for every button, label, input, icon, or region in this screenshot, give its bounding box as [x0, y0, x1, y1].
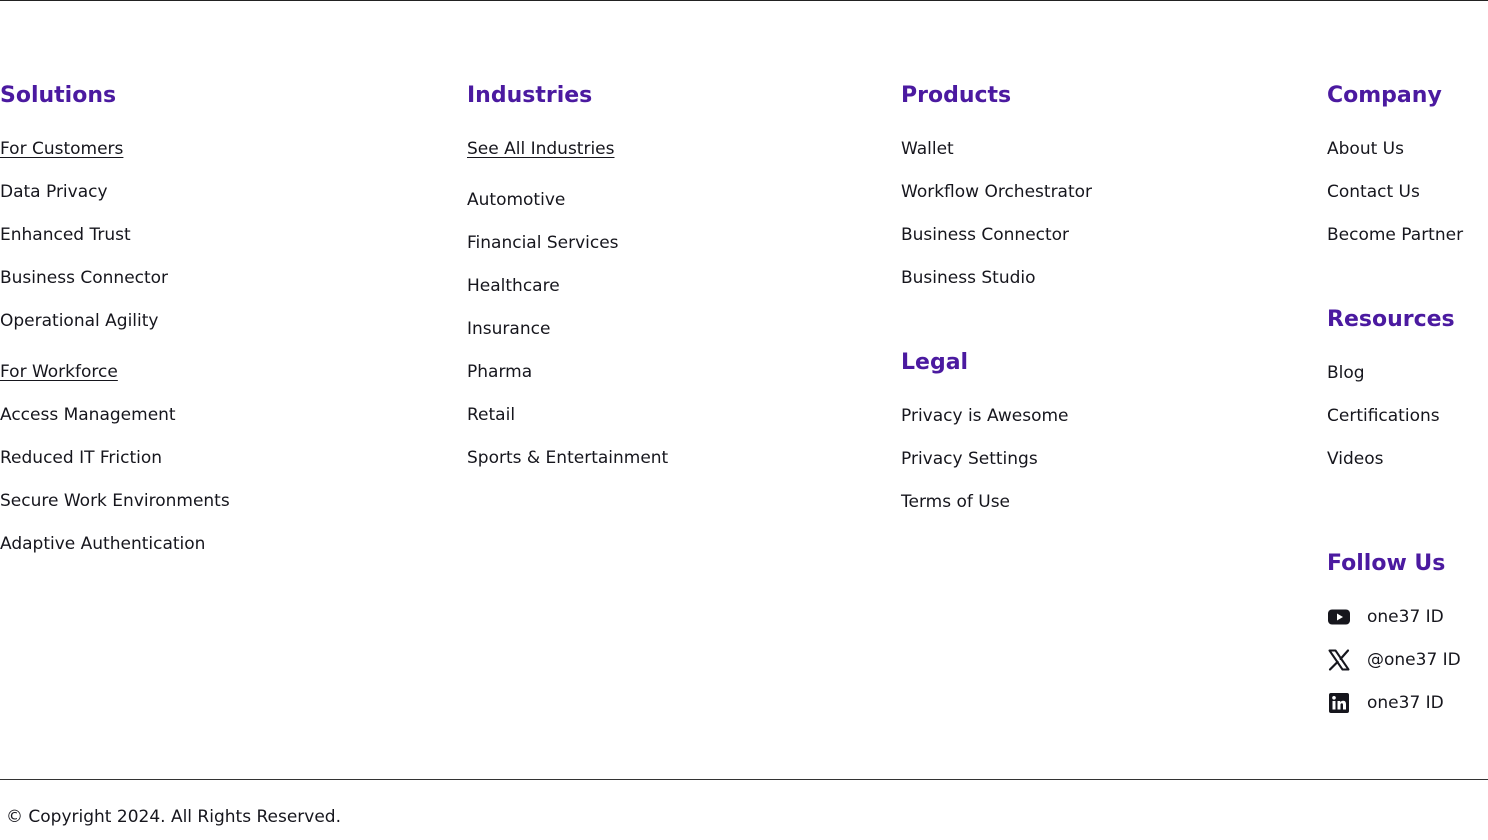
list-item: Reduced IT Friction	[0, 446, 230, 489]
industries-column: Industries See All Industries Automotive…	[467, 80, 668, 489]
list-item: Privacy is Awesome	[901, 404, 1092, 447]
list-item: Pharma	[467, 360, 668, 403]
automotive-link[interactable]: Automotive	[467, 190, 565, 210]
youtube-link[interactable]: one37 ID	[1367, 605, 1444, 629]
list-item: Wallet	[901, 137, 1092, 180]
industries-heading: Industries	[467, 83, 593, 108]
business-studio-link[interactable]: Business Studio	[901, 268, 1036, 288]
resources-heading: Resources	[1327, 307, 1455, 332]
list-item: @one37 ID	[1327, 648, 1463, 691]
list-item: Business Studio	[901, 266, 1092, 309]
list-item: Blog	[1327, 361, 1463, 404]
enhanced-trust-link[interactable]: Enhanced Trust	[0, 225, 131, 245]
list-item: Healthcare	[467, 274, 668, 317]
wallet-link[interactable]: Wallet	[901, 139, 954, 159]
list-item: Automotive	[467, 188, 668, 231]
list-item: one37 ID	[1327, 605, 1463, 648]
list-item: Business Connector	[901, 223, 1092, 266]
list-item: Data Privacy	[0, 180, 230, 223]
company-list: About Us Contact Us Become Partner	[1327, 137, 1463, 266]
youtube-icon[interactable]	[1327, 605, 1351, 629]
follow-heading: Follow Us	[1327, 551, 1446, 576]
terms-of-use-link[interactable]: Terms of Use	[901, 492, 1010, 512]
list-item: Terms of Use	[901, 490, 1092, 533]
insurance-link[interactable]: Insurance	[467, 319, 550, 339]
for-customers-link[interactable]: For Customers	[0, 139, 123, 159]
pharma-link[interactable]: Pharma	[467, 362, 532, 382]
workflow-orchestrator-link[interactable]: Workflow Orchestrator	[901, 182, 1092, 202]
follow-section: Follow Us one37 ID @one37 ID one37 ID	[1327, 548, 1463, 734]
privacy-is-awesome-link[interactable]: Privacy is Awesome	[901, 406, 1069, 426]
become-partner-link[interactable]: Become Partner	[1327, 225, 1463, 245]
bottom-divider	[0, 779, 1488, 780]
x-twitter-icon[interactable]	[1327, 648, 1351, 672]
operational-agility-link[interactable]: Operational Agility	[0, 311, 158, 331]
list-item: Videos	[1327, 447, 1463, 490]
list-item: For Workforce	[0, 360, 230, 403]
healthcare-link[interactable]: Healthcare	[467, 276, 560, 296]
industries-list: See All Industries Automotive Financial …	[467, 137, 668, 489]
access-management-link[interactable]: Access Management	[0, 405, 176, 425]
x-twitter-link[interactable]: @one37 ID	[1367, 648, 1461, 672]
linkedin-link[interactable]: one37 ID	[1367, 691, 1444, 715]
data-privacy-link[interactable]: Data Privacy	[0, 182, 108, 202]
list-item: About Us	[1327, 137, 1463, 180]
list-item: Access Management	[0, 403, 230, 446]
solutions-heading: Solutions	[0, 83, 117, 108]
list-item: Privacy Settings	[901, 447, 1092, 490]
products-heading: Products	[901, 83, 1012, 108]
financial-services-link[interactable]: Financial Services	[467, 233, 619, 253]
list-item: Become Partner	[1327, 223, 1463, 266]
list-item: Secure Work Environments	[0, 489, 230, 532]
videos-link[interactable]: Videos	[1327, 449, 1384, 469]
list-item: one37 ID	[1327, 691, 1463, 734]
legal-heading: Legal	[901, 350, 969, 375]
legal-list: Privacy is Awesome Privacy Settings Term…	[901, 404, 1092, 533]
list-item: Sports & Entertainment	[467, 446, 668, 489]
resources-section: Resources Blog Certifications Videos	[1327, 304, 1463, 490]
list-item: Adaptive Authentication	[0, 532, 230, 575]
list-item: Certifications	[1327, 404, 1463, 447]
see-all-industries-link[interactable]: See All Industries	[467, 139, 615, 159]
legal-section: Legal Privacy is Awesome Privacy Setting…	[901, 347, 1092, 533]
business-connector-product-link[interactable]: Business Connector	[901, 225, 1069, 245]
list-item: Financial Services	[467, 231, 668, 274]
resources-list: Blog Certifications Videos	[1327, 361, 1463, 490]
list-item: Workflow Orchestrator	[901, 180, 1092, 223]
reduced-it-friction-link[interactable]: Reduced IT Friction	[0, 448, 162, 468]
list-item: See All Industries	[467, 137, 668, 188]
list-item: Business Connector	[0, 266, 230, 309]
list-item: Contact Us	[1327, 180, 1463, 223]
solutions-column: Solutions For Customers Data Privacy Enh…	[0, 80, 230, 575]
list-item: Retail	[467, 403, 668, 446]
business-connector-link[interactable]: Business Connector	[0, 268, 168, 288]
linkedin-icon[interactable]	[1327, 691, 1351, 715]
products-list: Wallet Workflow Orchestrator Business Co…	[901, 137, 1092, 309]
copyright-text: © Copyright 2024. All Rights Reserved.	[6, 807, 341, 827]
sports-entertainment-link[interactable]: Sports & Entertainment	[467, 448, 668, 468]
blog-link[interactable]: Blog	[1327, 363, 1365, 383]
company-column: Company About Us Contact Us Become Partn…	[1327, 80, 1463, 734]
certifications-link[interactable]: Certifications	[1327, 406, 1440, 426]
list-item: Insurance	[467, 317, 668, 360]
list-item: For Customers	[0, 137, 230, 180]
social-list: one37 ID @one37 ID one37 ID	[1327, 605, 1463, 734]
company-heading: Company	[1327, 83, 1442, 108]
about-us-link[interactable]: About Us	[1327, 139, 1404, 159]
privacy-settings-link[interactable]: Privacy Settings	[901, 449, 1038, 469]
list-item: Operational Agility	[0, 309, 230, 360]
contact-us-link[interactable]: Contact Us	[1327, 182, 1420, 202]
for-workforce-link[interactable]: For Workforce	[0, 362, 118, 382]
products-column: Products Wallet Workflow Orchestrator Bu…	[901, 80, 1092, 533]
list-item: Enhanced Trust	[0, 223, 230, 266]
solutions-list: For Customers Data Privacy Enhanced Trus…	[0, 137, 230, 575]
adaptive-authentication-link[interactable]: Adaptive Authentication	[0, 534, 205, 554]
top-divider	[0, 0, 1488, 1]
retail-link[interactable]: Retail	[467, 405, 515, 425]
secure-work-environments-link[interactable]: Secure Work Environments	[0, 491, 230, 511]
